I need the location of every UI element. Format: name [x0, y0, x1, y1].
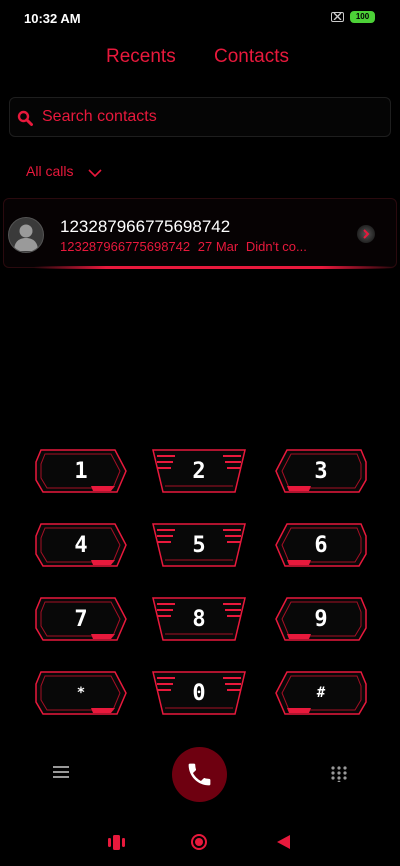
dial-key-label: 6 — [314, 532, 328, 558]
dial-key-7[interactable]: 7 — [33, 594, 129, 644]
dial-key-label: 9 — [314, 606, 328, 632]
dialer-actions — [0, 744, 400, 804]
dial-key-5[interactable]: 5 — [151, 520, 247, 570]
dial-key-label: 2 — [192, 458, 206, 484]
call-filter-label: All calls — [26, 163, 74, 179]
system-nav-bar — [0, 826, 400, 858]
dial-key-label: 1 — [74, 458, 88, 484]
call-date: 27 Mar — [197, 239, 239, 254]
dial-key-1[interactable]: 1 — [33, 446, 129, 496]
status-time: 10:32 AM — [24, 11, 81, 26]
dial-key-label: 4 — [74, 532, 88, 558]
dial-key-3[interactable]: 3 — [273, 446, 369, 496]
dial-key-label: 8 — [192, 606, 206, 632]
battery-icon: 100 — [350, 11, 375, 23]
call-button[interactable] — [172, 747, 227, 802]
tab-bar: Recents Contacts — [0, 46, 400, 76]
call-status: Didn't co... — [245, 239, 307, 254]
menu-icon[interactable] — [53, 766, 69, 780]
phone-icon — [188, 763, 211, 786]
home-icon[interactable] — [191, 834, 207, 850]
tab-recents[interactable]: Recents — [106, 46, 176, 68]
dial-key-2[interactable]: 2 — [151, 446, 247, 496]
call-contact-name: 123287966775698742 — [60, 217, 231, 236]
dial-key-star[interactable]: * — [33, 668, 129, 718]
battery-level: 100 — [355, 12, 370, 21]
back-icon[interactable] — [276, 834, 291, 855]
search-icon — [17, 110, 33, 126]
chevron-right-icon[interactable] — [357, 225, 375, 243]
no-sim-icon — [331, 12, 344, 22]
call-log-item[interactable]: 123287966775698742 123287966775698742 27… — [3, 198, 397, 269]
dial-key-label: 7 — [74, 606, 88, 632]
recents-icon[interactable] — [108, 835, 125, 855]
dial-key-0[interactable]: 0 — [151, 668, 247, 718]
dial-key-9[interactable]: 9 — [273, 594, 369, 644]
search-box[interactable] — [9, 97, 391, 137]
dialpad: 1 2 3 4 5 6 7 8 9 * 0 # — [0, 446, 400, 726]
dial-key-label: 5 — [192, 532, 206, 558]
call-detail: 123287966775698742 27 Mar Didn't co... — [60, 239, 311, 254]
dial-key-label: * — [76, 685, 86, 701]
avatar — [8, 217, 44, 253]
tab-contacts[interactable]: Contacts — [214, 46, 289, 68]
call-filter-dropdown[interactable]: All calls — [26, 163, 102, 183]
chevron-down-icon — [88, 165, 102, 183]
call-number: 123287966775698742 — [60, 239, 191, 254]
dial-key-6[interactable]: 6 — [273, 520, 369, 570]
dial-key-label: 0 — [192, 680, 206, 706]
dial-key-hash[interactable]: # — [273, 668, 369, 718]
dial-key-8[interactable]: 8 — [151, 594, 247, 644]
search-input[interactable] — [42, 106, 372, 128]
item-underline — [34, 266, 394, 269]
status-bar: 10:32 AM 100 — [0, 0, 400, 36]
dial-key-4[interactable]: 4 — [33, 520, 129, 570]
dial-key-label: 3 — [314, 458, 328, 484]
dial-key-label: # — [316, 685, 326, 701]
keypad-icon[interactable] — [331, 766, 347, 784]
